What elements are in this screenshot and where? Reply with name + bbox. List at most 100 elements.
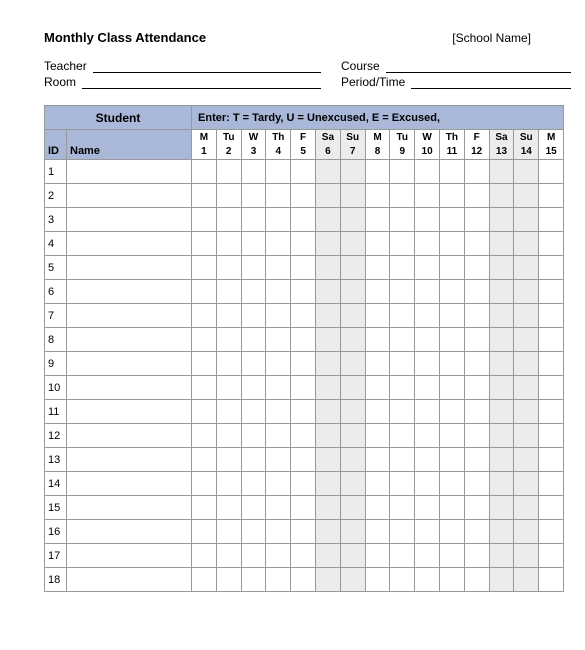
- attendance-cell[interactable]: [489, 472, 514, 496]
- attendance-cell[interactable]: [489, 400, 514, 424]
- attendance-cell[interactable]: [216, 232, 241, 256]
- attendance-cell[interactable]: [192, 352, 217, 376]
- row-name-cell[interactable]: [67, 448, 192, 472]
- attendance-cell[interactable]: [365, 160, 390, 184]
- attendance-cell[interactable]: [514, 400, 539, 424]
- attendance-cell[interactable]: [316, 280, 341, 304]
- attendance-cell[interactable]: [266, 160, 291, 184]
- attendance-cell[interactable]: [316, 304, 341, 328]
- attendance-cell[interactable]: [365, 232, 390, 256]
- attendance-cell[interactable]: [514, 352, 539, 376]
- attendance-cell[interactable]: [390, 424, 415, 448]
- attendance-cell[interactable]: [365, 472, 390, 496]
- attendance-cell[interactable]: [266, 304, 291, 328]
- attendance-cell[interactable]: [365, 328, 390, 352]
- attendance-cell[interactable]: [539, 496, 564, 520]
- row-name-cell[interactable]: [67, 400, 192, 424]
- attendance-cell[interactable]: [316, 352, 341, 376]
- attendance-cell[interactable]: [241, 280, 266, 304]
- row-name-cell[interactable]: [67, 520, 192, 544]
- attendance-cell[interactable]: [365, 544, 390, 568]
- attendance-cell[interactable]: [241, 424, 266, 448]
- attendance-cell[interactable]: [241, 496, 266, 520]
- attendance-cell[interactable]: [415, 496, 440, 520]
- attendance-cell[interactable]: [241, 400, 266, 424]
- attendance-cell[interactable]: [266, 232, 291, 256]
- attendance-cell[interactable]: [390, 208, 415, 232]
- attendance-cell[interactable]: [464, 328, 489, 352]
- attendance-cell[interactable]: [291, 376, 316, 400]
- attendance-cell[interactable]: [192, 184, 217, 208]
- attendance-cell[interactable]: [390, 568, 415, 592]
- attendance-cell[interactable]: [539, 328, 564, 352]
- attendance-cell[interactable]: [340, 520, 365, 544]
- attendance-cell[interactable]: [216, 184, 241, 208]
- attendance-cell[interactable]: [365, 424, 390, 448]
- row-name-cell[interactable]: [67, 232, 192, 256]
- attendance-cell[interactable]: [291, 568, 316, 592]
- attendance-cell[interactable]: [489, 520, 514, 544]
- attendance-cell[interactable]: [390, 328, 415, 352]
- attendance-cell[interactable]: [192, 256, 217, 280]
- attendance-cell[interactable]: [340, 424, 365, 448]
- attendance-cell[interactable]: [439, 472, 464, 496]
- attendance-cell[interactable]: [439, 256, 464, 280]
- attendance-cell[interactable]: [464, 376, 489, 400]
- attendance-cell[interactable]: [390, 400, 415, 424]
- attendance-cell[interactable]: [216, 520, 241, 544]
- attendance-cell[interactable]: [439, 160, 464, 184]
- attendance-cell[interactable]: [340, 376, 365, 400]
- attendance-cell[interactable]: [489, 352, 514, 376]
- attendance-cell[interactable]: [365, 352, 390, 376]
- attendance-cell[interactable]: [539, 208, 564, 232]
- attendance-cell[interactable]: [316, 520, 341, 544]
- attendance-cell[interactable]: [291, 448, 316, 472]
- attendance-cell[interactable]: [390, 472, 415, 496]
- row-name-cell[interactable]: [67, 376, 192, 400]
- attendance-cell[interactable]: [266, 544, 291, 568]
- attendance-cell[interactable]: [390, 496, 415, 520]
- row-name-cell[interactable]: [67, 280, 192, 304]
- attendance-cell[interactable]: [415, 520, 440, 544]
- attendance-cell[interactable]: [192, 328, 217, 352]
- attendance-cell[interactable]: [539, 448, 564, 472]
- attendance-cell[interactable]: [489, 568, 514, 592]
- attendance-cell[interactable]: [539, 520, 564, 544]
- attendance-cell[interactable]: [291, 496, 316, 520]
- attendance-cell[interactable]: [390, 376, 415, 400]
- attendance-cell[interactable]: [340, 304, 365, 328]
- row-name-cell[interactable]: [67, 328, 192, 352]
- attendance-cell[interactable]: [216, 280, 241, 304]
- attendance-cell[interactable]: [340, 496, 365, 520]
- attendance-cell[interactable]: [340, 256, 365, 280]
- attendance-cell[interactable]: [514, 496, 539, 520]
- row-name-cell[interactable]: [67, 424, 192, 448]
- attendance-cell[interactable]: [216, 472, 241, 496]
- attendance-cell[interactable]: [365, 448, 390, 472]
- attendance-cell[interactable]: [415, 280, 440, 304]
- attendance-cell[interactable]: [415, 160, 440, 184]
- attendance-cell[interactable]: [514, 544, 539, 568]
- attendance-cell[interactable]: [539, 376, 564, 400]
- attendance-cell[interactable]: [266, 400, 291, 424]
- attendance-cell[interactable]: [415, 256, 440, 280]
- attendance-cell[interactable]: [291, 328, 316, 352]
- attendance-cell[interactable]: [192, 496, 217, 520]
- attendance-cell[interactable]: [390, 448, 415, 472]
- attendance-cell[interactable]: [489, 280, 514, 304]
- attendance-cell[interactable]: [340, 208, 365, 232]
- attendance-cell[interactable]: [415, 304, 440, 328]
- attendance-cell[interactable]: [291, 472, 316, 496]
- attendance-cell[interactable]: [415, 328, 440, 352]
- attendance-cell[interactable]: [539, 280, 564, 304]
- attendance-cell[interactable]: [316, 496, 341, 520]
- attendance-cell[interactable]: [316, 400, 341, 424]
- attendance-cell[interactable]: [464, 496, 489, 520]
- attendance-cell[interactable]: [514, 232, 539, 256]
- attendance-cell[interactable]: [464, 400, 489, 424]
- attendance-cell[interactable]: [539, 184, 564, 208]
- attendance-cell[interactable]: [192, 280, 217, 304]
- attendance-cell[interactable]: [266, 376, 291, 400]
- attendance-cell[interactable]: [390, 544, 415, 568]
- attendance-cell[interactable]: [291, 256, 316, 280]
